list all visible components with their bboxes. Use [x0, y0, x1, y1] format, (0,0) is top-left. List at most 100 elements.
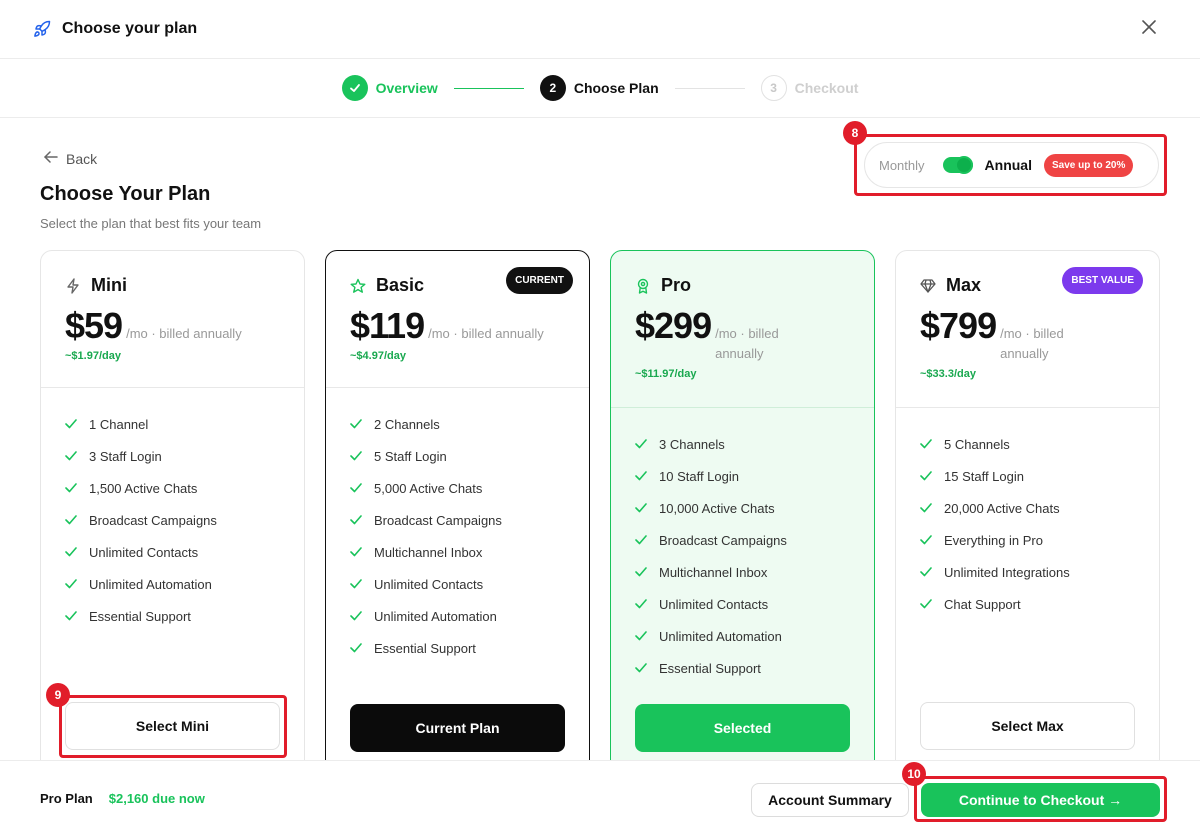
current-plan-button[interactable]: Current Plan	[350, 704, 565, 752]
feature-label: Unlimited Contacts	[374, 576, 484, 592]
step-choose-plan[interactable]: 2 Choose Plan	[539, 75, 659, 101]
star-icon	[350, 278, 366, 294]
check-icon	[341, 75, 368, 101]
annotation-badge: 8	[843, 121, 867, 145]
step-label: Checkout	[794, 80, 859, 96]
check-icon	[350, 513, 364, 527]
check-icon	[920, 501, 934, 515]
back-link[interactable]: Back	[44, 150, 97, 167]
plan-card-pro: Pro $299 /mo · billed annually ~$11.97/d…	[610, 250, 875, 810]
list-item: Unlimited Contacts	[65, 536, 280, 568]
annotation-badge: 10	[902, 762, 926, 786]
feature-label: 3 Staff Login	[89, 448, 162, 464]
feature-label: 15 Staff Login	[944, 468, 1024, 484]
close-icon[interactable]	[1142, 20, 1160, 38]
plan-name: Mini	[65, 275, 280, 296]
feature-label: 20,000 Active Chats	[944, 500, 1060, 516]
feature-label: 10 Staff Login	[659, 468, 739, 484]
feature-label: 1,500 Active Chats	[89, 480, 198, 496]
check-icon	[920, 565, 934, 579]
list-item: Everything in Pro	[920, 524, 1135, 556]
feature-label: Broadcast Campaigns	[659, 532, 787, 548]
daily-price: ~$4.97/day	[350, 350, 406, 362]
step-number: 3	[760, 75, 787, 101]
step-connector	[674, 87, 745, 89]
highlight-box-billing	[854, 134, 1167, 196]
price-row: $799 /mo · billed annually	[920, 306, 1135, 364]
step-checkout[interactable]: 3 Checkout	[760, 75, 859, 101]
feature-label: Unlimited Automation	[89, 576, 212, 592]
daily-price: ~$11.97/day	[635, 368, 697, 380]
plan-title: Pro	[661, 275, 692, 295]
check-icon	[350, 545, 364, 559]
check-icon	[350, 577, 364, 591]
check-icon	[65, 449, 79, 463]
price-row: $299 /mo · billed annually	[635, 306, 850, 364]
list-item: Multichannel Inbox	[635, 556, 850, 588]
select-max-button[interactable]: Select Max	[920, 702, 1135, 750]
award-icon	[635, 278, 651, 294]
feature-label: 1 Channel	[89, 416, 149, 432]
list-item: 5 Channels	[920, 428, 1135, 460]
modal-header: Choose your plan	[0, 0, 1200, 59]
feature-label: 2 Channels	[374, 416, 440, 432]
list-item: Broadcast Campaigns	[65, 504, 280, 536]
plan-card-basic: CURRENT Basic $119 /mo · billed annually…	[325, 250, 590, 810]
check-icon	[635, 597, 649, 611]
modal-title: Choose your plan	[62, 20, 198, 37]
step-label: Overview	[375, 80, 438, 96]
check-icon	[635, 565, 649, 579]
plan-price: $799	[920, 305, 997, 346]
feature-list: 5 Channels 15 Staff Login 20,000 Active …	[896, 408, 1159, 620]
check-icon	[920, 597, 934, 611]
feature-label: Unlimited Contacts	[89, 544, 199, 560]
feature-list: 1 Channel 3 Staff Login 1,500 Active Cha…	[41, 388, 304, 632]
check-icon	[65, 513, 79, 527]
list-item: Chat Support	[920, 588, 1135, 620]
list-item: 15 Staff Login	[920, 460, 1135, 492]
check-icon	[350, 641, 364, 655]
back-label: Back	[66, 150, 98, 167]
arrow-left-icon	[44, 150, 58, 167]
highlight-box-select-mini	[59, 695, 287, 758]
price-row: $119 /mo · billed annually	[350, 306, 565, 346]
list-item: 1 Channel	[65, 408, 280, 440]
list-item: 1,500 Active Chats	[65, 472, 280, 504]
feature-label: 5,000 Active Chats	[374, 480, 483, 496]
plan-title: Basic	[376, 275, 425, 295]
feature-list: 3 Channels 10 Staff Login 10,000 Active …	[611, 408, 874, 684]
check-icon	[65, 417, 79, 431]
feature-label: Broadcast Campaigns	[374, 512, 502, 528]
plan-price: $299	[635, 305, 712, 346]
feature-label: Multichannel Inbox	[374, 544, 483, 560]
feature-label: Unlimited Contacts	[659, 596, 769, 612]
list-item: Essential Support	[65, 600, 280, 632]
price-row: $59 /mo · billed annually	[65, 306, 280, 346]
list-item: 2 Channels	[350, 408, 565, 440]
check-icon	[350, 417, 364, 431]
feature-list: 2 Channels 5 Staff Login 5,000 Active Ch…	[326, 388, 589, 664]
plan-title: Mini	[91, 275, 127, 295]
check-icon	[635, 661, 649, 675]
price-period: /mo · billed annually	[1000, 326, 1064, 361]
list-item: Unlimited Contacts	[635, 588, 850, 620]
page-subtitle: Select the plan that best fits your team	[40, 216, 262, 231]
feature-label: Chat Support	[944, 596, 1021, 612]
rocket-icon	[32, 19, 52, 39]
step-overview[interactable]: Overview	[341, 75, 438, 101]
feature-label: Unlimited Automation	[374, 608, 497, 624]
list-item: 3 Staff Login	[65, 440, 280, 472]
check-icon	[920, 437, 934, 451]
plan-header: Pro $299 /mo · billed annually ~$11.97/d…	[611, 251, 874, 408]
daily-price: ~$1.97/day	[65, 350, 121, 362]
selected-plan-button[interactable]: Selected	[635, 704, 850, 752]
page-title: Choose Your Plan	[40, 183, 211, 205]
check-icon	[65, 577, 79, 591]
list-item: 5,000 Active Chats	[350, 472, 565, 504]
check-icon	[65, 545, 79, 559]
feature-label: 3 Channels	[659, 436, 725, 452]
account-summary-button[interactable]: Account Summary	[751, 783, 909, 817]
plan-header: Mini $59 /mo · billed annually ~$1.97/da…	[41, 251, 304, 388]
list-item: 5 Staff Login	[350, 440, 565, 472]
feature-label: Multichannel Inbox	[659, 564, 768, 580]
